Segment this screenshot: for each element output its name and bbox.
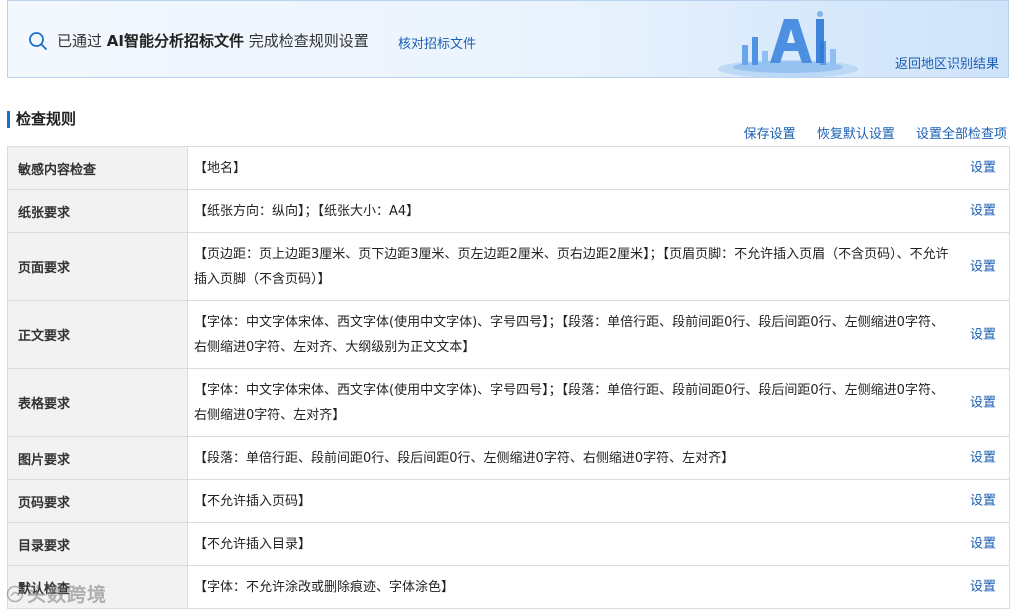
rule-set-button[interactable]: 设置: [970, 538, 996, 551]
rule-row: 页码要求 【不允许插入页码】 设置: [7, 479, 1010, 523]
rule-content: 【字体：不允许涂改或删除痕迹、字体涂色】 设置: [187, 565, 1010, 609]
rule-content: 【字体：中文字体宋体、西文字体(使用中文字体)、字号四号】；【段落：单倍行距、段…: [187, 300, 1010, 369]
section-title: 检查规则: [7, 111, 76, 128]
rule-content-text: 【地名】: [194, 160, 247, 176]
rule-content-text: 【字体：中文字体宋体、西文字体(使用中文字体)、字号四号】；【段落：单倍行距、段…: [194, 382, 944, 423]
rule-set-button[interactable]: 设置: [970, 328, 996, 341]
rule-content: 【不允许插入目录】 设置: [187, 522, 1010, 566]
rule-content-text: 【不允许插入目录】: [194, 536, 312, 552]
rule-content-text: 【纸张方向：纵向】；【纸张大小：A4】: [194, 203, 420, 219]
rule-content: 【不允许插入页码】 设置: [187, 479, 1010, 523]
rule-row: 页面要求 【页边距：页上边距3厘米、页下边距3厘米、页左边距2厘米、页右边距2厘…: [7, 232, 1010, 301]
rule-row: 正文要求 【字体：中文字体宋体、西文字体(使用中文字体)、字号四号】；【段落：单…: [7, 300, 1010, 369]
rule-content-text: 【段落：单倍行距、段前间距0行、段后间距0行、左侧缩进0字符、右侧缩进0字符、左…: [194, 450, 735, 466]
banner-suffix: 完成检查规则设置: [248, 32, 369, 50]
rule-set-button[interactable]: 设置: [970, 205, 996, 218]
rule-content-text: 【字体：中文字体宋体、西文字体(使用中文字体)、字号四号】；【段落：单倍行距、段…: [194, 314, 944, 355]
banner-message: 已通过 AI智能分析招标文件 完成检查规则设置: [57, 30, 369, 51]
rule-name: 正文要求: [7, 300, 188, 369]
rule-set-button[interactable]: 设置: [970, 260, 996, 273]
rule-actions: 保存设置 恢复默认设置 设置全部检查项: [727, 123, 1007, 142]
rule-row: 图片要求 【段落：单倍行距、段前间距0行、段后间距0行、左侧缩进0字符、右侧缩进…: [7, 436, 1010, 480]
rule-name: 目录要求: [7, 522, 188, 566]
rule-content: 【段落：单倍行距、段前间距0行、段后间距0行、左侧缩进0字符、右侧缩进0字符、左…: [187, 436, 1010, 480]
rule-content-text: 【页边距：页上边距3厘米、页下边距3厘米、页左边距2厘米、页右边距2厘米】；【页…: [194, 246, 949, 287]
search-icon: [29, 32, 47, 50]
rule-row: 表格要求 【字体：中文字体宋体、西文字体(使用中文字体)、字号四号】；【段落：单…: [7, 368, 1010, 437]
banner-highlight: AI智能分析招标文件: [106, 32, 244, 50]
set-all-checks-button[interactable]: 设置全部检查项: [916, 127, 1007, 142]
rule-content-text: 【不允许插入页码】: [194, 493, 312, 509]
rule-content: 【地名】 设置: [187, 146, 1010, 190]
rule-name: 页面要求: [7, 232, 188, 301]
return-region-results-link[interactable]: 返回地区识别结果: [895, 53, 999, 72]
rule-name: 默认检查: [7, 565, 188, 609]
restore-defaults-button[interactable]: 恢复默认设置: [817, 127, 895, 142]
rule-name: 页码要求: [7, 479, 188, 523]
ai-banner: 已通过 AI智能分析招标文件 完成检查规则设置 核对招标文件 返回地区识别结果: [7, 0, 1009, 78]
rule-content: 【字体：中文字体宋体、西文字体(使用中文字体)、字号四号】；【段落：单倍行距、段…: [187, 368, 1010, 437]
rules-table: 敏感内容检查 【地名】 设置 纸张要求 【纸张方向：纵向】；【纸张大小：A4】 设置…: [7, 146, 1010, 609]
verify-tender-file-link[interactable]: 核对招标文件: [398, 33, 476, 52]
save-settings-button[interactable]: 保存设置: [744, 127, 796, 142]
rule-set-button[interactable]: 设置: [970, 581, 996, 594]
rule-content: 【纸张方向：纵向】；【纸张大小：A4】 设置: [187, 189, 1010, 233]
rule-name: 图片要求: [7, 436, 188, 480]
rule-content-text: 【字体：不允许涂改或删除痕迹、字体涂色】: [194, 579, 455, 595]
rule-name: 纸张要求: [7, 189, 188, 233]
rule-set-button[interactable]: 设置: [970, 452, 996, 465]
rule-set-button[interactable]: 设置: [970, 162, 996, 175]
rule-row: 目录要求 【不允许插入目录】 设置: [7, 522, 1010, 566]
rule-row: 纸张要求 【纸张方向：纵向】；【纸张大小：A4】 设置: [7, 189, 1010, 233]
rule-set-button[interactable]: 设置: [970, 396, 996, 409]
rule-set-button[interactable]: 设置: [970, 495, 996, 508]
rule-name: 表格要求: [7, 368, 188, 437]
rule-name: 敏感内容检查: [7, 146, 188, 190]
rule-content: 【页边距：页上边距3厘米、页下边距3厘米、页左边距2厘米、页右边距2厘米】；【页…: [187, 232, 1010, 301]
rule-row: 敏感内容检查 【地名】 设置: [7, 146, 1010, 190]
ai-illustration: [718, 11, 858, 77]
rule-row: 默认检查 【字体：不允许涂改或删除痕迹、字体涂色】 设置: [7, 565, 1010, 609]
banner-prefix: 已通过: [57, 32, 103, 50]
